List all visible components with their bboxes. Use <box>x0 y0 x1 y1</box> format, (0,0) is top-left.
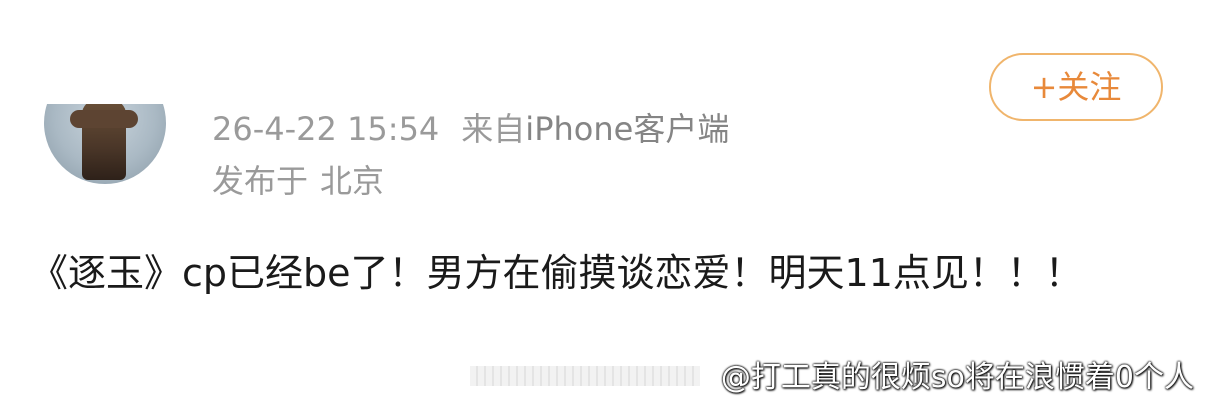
post-via-client[interactable]: iPhone客户端 <box>525 110 729 148</box>
post-location: 发布于 北京 <box>212 160 384 202</box>
post-location-value: 北京 <box>320 162 385 200</box>
avatar-figure <box>70 104 138 180</box>
post-content: 《逐玉》cp已经be了！男方在偷摸谈恋爱！明天11点见！！！ <box>30 251 1083 295</box>
post-timestamp: 26-4-22 15:54 <box>212 110 440 148</box>
post-meta: 26-4-22 15:54 来自iPhone客户端 <box>212 108 729 150</box>
scroll-indicator <box>470 366 700 386</box>
post-via-prefix: 来自 <box>461 110 526 148</box>
avatar-image <box>44 104 166 184</box>
post-location-label: 发布于 <box>212 162 309 200</box>
watermark-text: @打工真的很烦so将在浪惯着0个人 <box>720 360 1194 395</box>
follow-button[interactable]: +关注 <box>989 53 1163 121</box>
avatar[interactable] <box>44 104 166 184</box>
